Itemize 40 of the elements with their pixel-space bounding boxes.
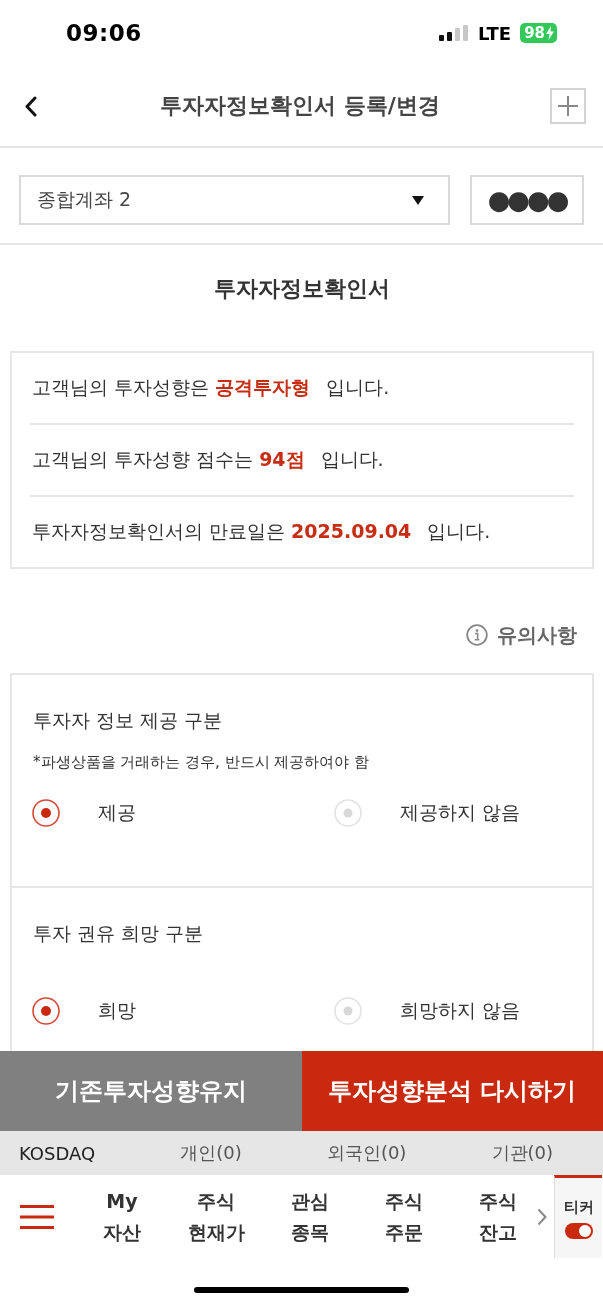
summary-text: 투자자정보확인서의 만료일은 2025.09.04 입니다. xyxy=(32,519,491,544)
action-button[interactable]: 기존투자성향유지 xyxy=(0,1051,302,1131)
bolt-icon xyxy=(546,26,554,40)
nav-item[interactable]: 주식 잔고 xyxy=(479,1185,517,1248)
action-button[interactable]: 투자성향분석 다시하기 xyxy=(301,1051,603,1131)
group-title: 투자 권유 희망 구분 xyxy=(32,921,205,946)
account-select[interactable]: 종합계좌 2 xyxy=(19,175,450,225)
summary-text: 고객님의 투자성향은 공격투자형 입니다. xyxy=(32,375,390,400)
menu-icon[interactable] xyxy=(20,1204,54,1229)
info-icon xyxy=(466,624,488,646)
notice-link[interactable]: 유의사항 xyxy=(466,615,577,655)
nav-item[interactable]: My 자산 xyxy=(103,1185,141,1248)
nav-item[interactable]: 주식 현재가 xyxy=(187,1185,245,1248)
plus-icon xyxy=(557,95,579,117)
radio-option[interactable]: 희망 xyxy=(32,992,136,1030)
investor-count: 기관(0) xyxy=(491,1141,553,1165)
market-name: KOSDAQ xyxy=(19,1142,96,1164)
password-field[interactable]: ●●●● xyxy=(470,175,584,225)
summary-text: 고객님의 투자성향 점수는 94점 입니다. xyxy=(32,447,384,472)
network-label: LTE xyxy=(478,22,512,44)
ticker-label: 티커 xyxy=(563,1197,594,1217)
back-icon xyxy=(24,95,38,117)
nav-item[interactable]: 관심 종목 xyxy=(291,1185,329,1248)
toggle-switch[interactable] xyxy=(564,1222,593,1239)
add-button[interactable] xyxy=(550,88,586,124)
signal-icon xyxy=(439,25,470,41)
nav-item[interactable]: 주식 주문 xyxy=(385,1185,423,1248)
radio-option[interactable]: 희망하지 않음 xyxy=(334,992,521,1030)
chevron-right-icon[interactable] xyxy=(537,1207,547,1226)
dropdown-caret-icon xyxy=(412,195,424,205)
section-title: 투자자정보확인서 xyxy=(212,275,391,303)
page-title: 투자자정보확인서 등록/변경 xyxy=(159,92,441,120)
investor-count: 외국인(0) xyxy=(326,1141,407,1165)
investor-count: 개인(0) xyxy=(180,1141,242,1165)
status-time: 09:06 xyxy=(66,20,142,46)
group-title: 투자자 정보 제공 구분 xyxy=(32,708,224,733)
radio-option[interactable]: 제공 xyxy=(32,794,136,832)
group-note: *파생상품을 거래하는 경우, 반드시 제공하여야 함 xyxy=(32,752,371,773)
battery-level: 98 xyxy=(524,23,545,43)
radio-option[interactable]: 제공하지 않음 xyxy=(334,794,521,832)
